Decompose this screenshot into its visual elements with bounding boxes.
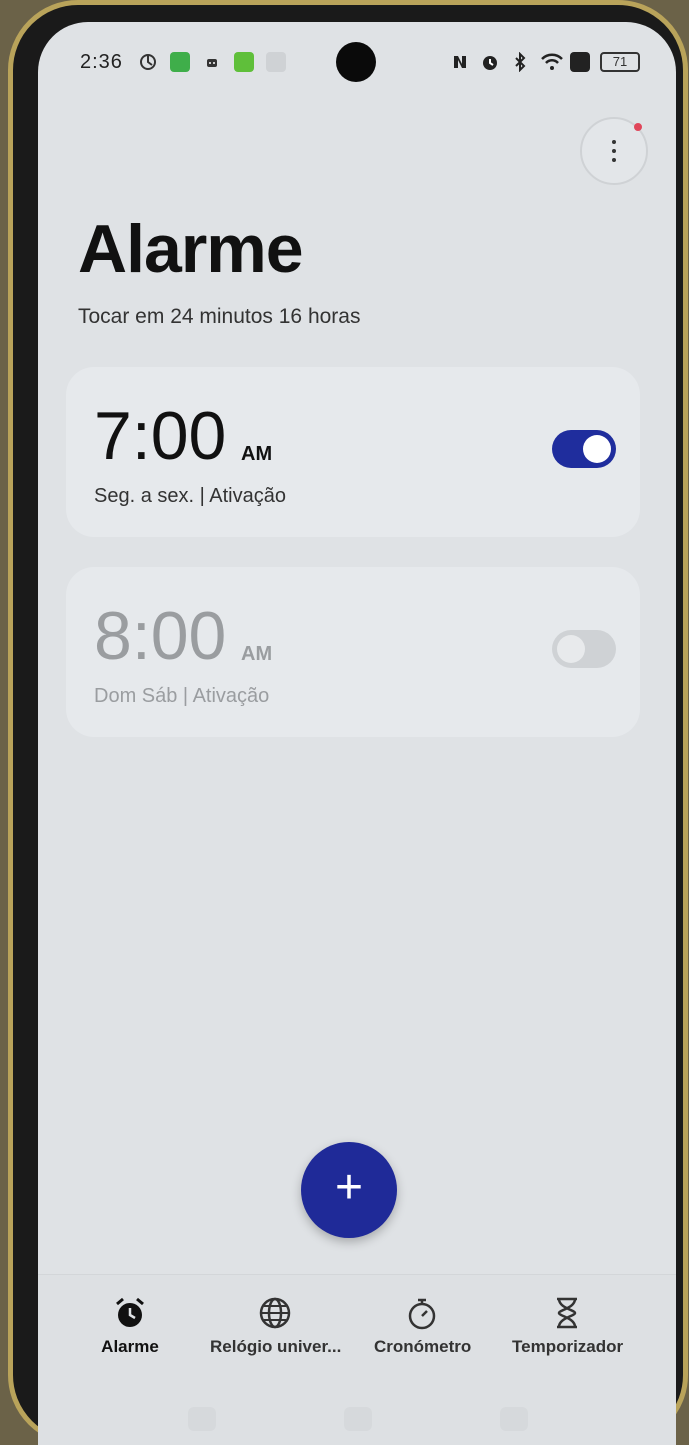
hourglass-icon	[557, 1297, 577, 1329]
front-camera	[336, 42, 376, 82]
status-time: 2:36	[80, 51, 123, 73]
alarm-ampm: AM	[241, 643, 273, 665]
robot-icon	[202, 52, 222, 72]
notification-dot	[634, 123, 642, 131]
nav-label: Temporizador	[512, 1337, 624, 1356]
more-vertical-icon	[612, 140, 616, 162]
alarm-description: Dom Sáb | Ativação	[94, 685, 270, 707]
system-nav-home[interactable]	[344, 1407, 372, 1431]
app-green-icon	[170, 52, 190, 72]
app-green-icon	[234, 52, 254, 72]
next-alarm-subtitle: Tocar em 24 minutos 16 horas	[78, 305, 361, 328]
status-bar: 2:36 71	[38, 22, 676, 92]
sim-icon	[570, 52, 590, 72]
alarm-toggle[interactable]	[552, 630, 616, 668]
system-nav-recents[interactable]	[500, 1407, 528, 1431]
alarm-toggle[interactable]	[552, 430, 616, 468]
plus-icon: +	[334, 1161, 364, 1214]
alarm-description: Seg. a sex. | Ativação	[94, 485, 286, 507]
alarm-time: 7:00	[94, 398, 227, 474]
nav-label: Cronómetro	[374, 1337, 472, 1356]
alarm-card[interactable]: 7:00 AM Seg. a sex. | Ativação	[66, 367, 640, 537]
alarm-time: 8:00	[94, 598, 227, 674]
nav-label: Alarme	[101, 1337, 159, 1356]
page-title: Alarme	[78, 211, 304, 287]
nav-item-cronometro[interactable]: Cronómetro	[374, 1295, 472, 1357]
alarm-icon	[480, 52, 500, 72]
toggle-knob	[583, 435, 611, 463]
app-grey-icon	[266, 52, 286, 72]
sync-icon	[138, 52, 158, 72]
alarm-ampm: AM	[241, 443, 273, 465]
battery-indicator: 71	[600, 52, 640, 72]
wifi-icon	[540, 52, 563, 72]
alarm-clock-icon	[116, 1297, 144, 1327]
add-alarm-button[interactable]: +	[301, 1142, 397, 1238]
nav-item-alarme[interactable]: Alarme	[100, 1295, 160, 1357]
nav-item-relogio-universal[interactable]: Relógio univer...	[210, 1295, 342, 1357]
system-nav-bar	[188, 1407, 528, 1431]
nav-item-temporizador[interactable]: Temporizador	[512, 1295, 624, 1357]
stopwatch-icon	[408, 1298, 436, 1330]
screen: 2:36 71 Alarme Tocar em 24 minutos 16 ho…	[38, 22, 676, 1445]
globe-icon	[259, 1297, 291, 1329]
status-right-icons: 71	[450, 51, 640, 73]
alarm-card[interactable]: 8:00 AM Dom Sáb | Ativação	[66, 567, 640, 737]
system-nav-back[interactable]	[188, 1407, 216, 1431]
nav-label: Relógio univer...	[210, 1337, 342, 1356]
bluetooth-icon	[510, 51, 530, 73]
status-left-icons	[138, 52, 286, 72]
nfc-icon	[450, 52, 470, 72]
toggle-knob	[557, 635, 585, 663]
more-options-button[interactable]	[580, 117, 648, 185]
